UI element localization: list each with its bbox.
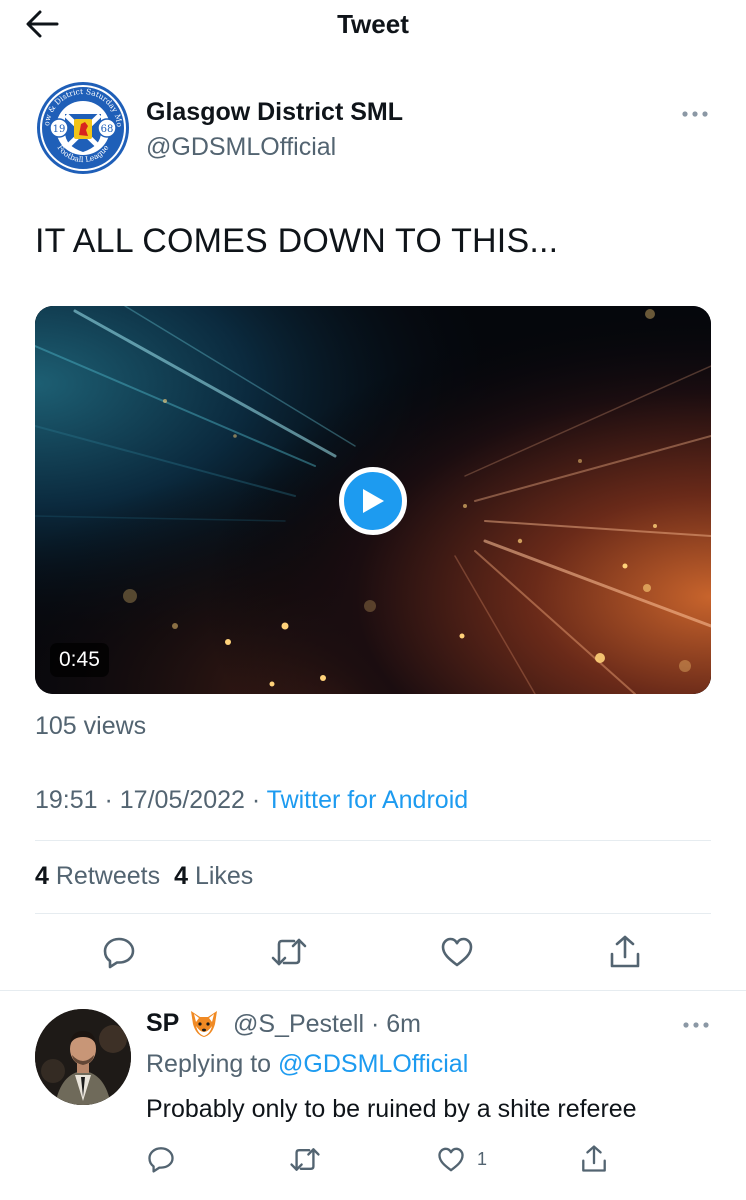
- reply-share-button[interactable]: [580, 1139, 608, 1179]
- reply-like-button[interactable]: 1: [437, 1139, 487, 1179]
- tweet-author: 19 68 Glasgow & District Saturday Mornin…: [32, 73, 715, 180]
- reply-action-bar: 1: [0, 1139, 746, 1179]
- author-name[interactable]: Glasgow District SML: [146, 98, 403, 127]
- replying-to-mention[interactable]: @GDSMLOfficial: [278, 1050, 468, 1078]
- retweets-stat[interactable]: 4 Retweets: [35, 862, 160, 890]
- tweet-action-bar: [0, 930, 746, 976]
- likes-stat[interactable]: 4 Likes: [174, 862, 253, 890]
- replying-to-line: Replying to @GDSMLOfficial: [146, 1050, 468, 1079]
- more-options-button[interactable]: [677, 102, 713, 126]
- play-button[interactable]: [339, 467, 407, 535]
- reply-more-options-button[interactable]: [678, 1013, 714, 1037]
- reply-like-count: 1: [477, 1148, 488, 1169]
- fox-emoji-icon: [188, 1008, 220, 1040]
- tweet-time: 19:51: [35, 786, 98, 814]
- divider: [35, 913, 711, 914]
- tweet-source-link[interactable]: Twitter for Android: [267, 786, 468, 814]
- divider: [35, 840, 711, 841]
- reply-handle-and-age: @S_Pestell · 6m: [233, 1010, 421, 1038]
- reply-tweet[interactable]: SP @S_Pestell · 6m Replying to @GDSMLOff…: [0, 1005, 746, 1195]
- video-duration-badge: 0:45: [50, 643, 109, 677]
- share-icon: [582, 1145, 606, 1172]
- tweet-text: IT ALL COMES DOWN TO THIS...: [35, 222, 559, 260]
- heart-icon: [438, 1147, 464, 1171]
- gdsml-logo[interactable]: 19 68 Glasgow & District Saturday Mornin…: [32, 73, 131, 176]
- retweet-icon: [271, 938, 307, 966]
- heart-icon: [441, 937, 473, 967]
- reply-author-name[interactable]: SP: [146, 1009, 179, 1038]
- likes-count: 4: [174, 862, 188, 890]
- author-handle[interactable]: @GDSMLOfficial: [146, 133, 336, 162]
- page-title: Tweet: [337, 9, 409, 39]
- reply-retweet-button[interactable]: [289, 1139, 321, 1179]
- retweet-icon: [290, 1147, 320, 1171]
- tweet-date: 17/05/2022: [119, 786, 245, 814]
- reply-age: 6m: [386, 1010, 421, 1038]
- reply-button[interactable]: [97, 930, 141, 974]
- top-bar: Tweet: [0, 0, 746, 50]
- view-count: 105 views: [35, 712, 147, 740]
- retweets-label: Retweets: [55, 862, 161, 890]
- engagement-stats: 4 Retweets 4 Likes: [35, 862, 253, 891]
- reply-author-handle[interactable]: @S_Pestell: [233, 1010, 364, 1038]
- more-horizontal-icon: [682, 111, 708, 117]
- video-player[interactable]: 0:45: [35, 306, 711, 694]
- more-horizontal-icon: [683, 1022, 709, 1028]
- avatar[interactable]: [35, 1009, 131, 1105]
- divider: [0, 990, 746, 991]
- likes-label: Likes: [194, 862, 254, 890]
- tweet-timestamp: 19:51 · 17/05/2022 · Twitter for Android: [35, 786, 469, 814]
- replying-to-label: Replying to: [146, 1050, 272, 1078]
- like-button[interactable]: [435, 930, 479, 974]
- svg-text:19: 19: [53, 124, 66, 135]
- retweets-count: 4: [35, 862, 49, 890]
- reply-icon: [103, 937, 135, 969]
- share-icon: [610, 935, 640, 968]
- reply-reply-button[interactable]: [147, 1139, 175, 1179]
- retweet-button[interactable]: [267, 930, 311, 974]
- reply-text: Probably only to be ruined by a shite re…: [146, 1095, 637, 1123]
- reply-icon: [148, 1147, 174, 1173]
- share-button[interactable]: [603, 930, 647, 974]
- play-icon: [363, 489, 384, 513]
- svg-text:68: 68: [101, 124, 114, 135]
